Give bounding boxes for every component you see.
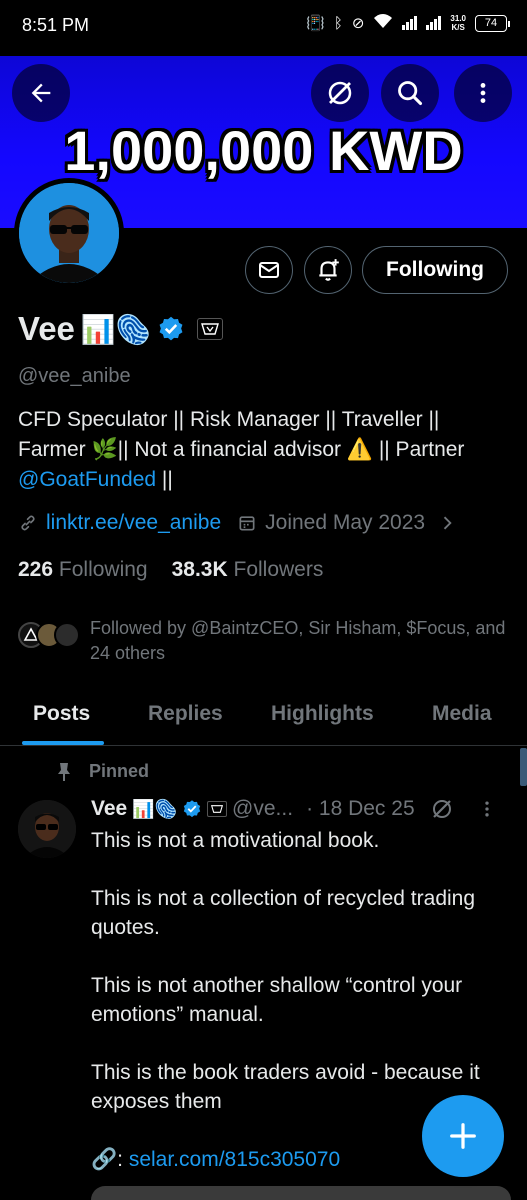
compose-post-button[interactable] xyxy=(422,1095,504,1177)
post-media-preview[interactable] xyxy=(91,1186,511,1200)
pinned-label: Pinned xyxy=(55,761,149,782)
active-tab-indicator xyxy=(22,741,104,745)
network-speed: 31.0 K/S xyxy=(450,14,466,32)
post-author-emojis: 📊🫆 xyxy=(132,798,178,819)
profile-handle: @vee_anibe xyxy=(18,365,131,387)
post-date[interactable]: · 18 Dec 25 xyxy=(306,797,415,821)
calendar-icon xyxy=(239,516,255,531)
battery-icon: 74 xyxy=(475,14,510,32)
bluetooth-icon: ᛒ xyxy=(333,14,343,32)
joined-date: Joined May 2023 xyxy=(265,511,426,534)
wifi-icon xyxy=(373,13,393,33)
tab-highlights[interactable]: Highlights xyxy=(271,702,374,726)
signal-2-icon xyxy=(426,16,442,30)
post-paragraph-2: This is not a collection of recycled tra… xyxy=(91,887,476,939)
message-button[interactable] xyxy=(245,246,293,294)
link-icon xyxy=(21,515,35,531)
search-icon xyxy=(398,81,423,106)
post-header: Vee 📊🫆 @ve... · 18 Dec 25 xyxy=(91,797,497,821)
status-icons: 📳 ᛒ ⊘ 31.0 K/S 74 xyxy=(306,13,510,33)
pin-icon xyxy=(58,762,70,781)
post-affiliate-badge-icon xyxy=(207,801,228,817)
bio-line-1: CFD Speculator || Risk Manager || Travel… xyxy=(18,408,440,431)
name-emojis: 📊🫆 xyxy=(80,313,151,345)
tab-media[interactable]: Media xyxy=(432,702,492,726)
status-bar: 8:51 PM 📳 ᛒ ⊘ 31.0 K/S 74 xyxy=(0,0,527,56)
grok-button[interactable] xyxy=(311,64,369,122)
following-count-link[interactable]: 226 Following xyxy=(18,558,148,582)
profile-name: Vee 📊🫆 xyxy=(18,310,223,348)
affiliate-badge-icon[interactable] xyxy=(196,318,223,340)
followers-count-link[interactable]: 38.3K Followers xyxy=(172,558,324,582)
bio-line-3: @GoatFunded || xyxy=(18,468,173,491)
post-paragraph-3: This is not another shallow “control you… xyxy=(91,974,463,1026)
post-external-link[interactable]: selar.com/815c305070 xyxy=(129,1148,340,1171)
grok-icon xyxy=(328,81,352,105)
link-emoji-icon: 🔗: xyxy=(91,1148,123,1171)
post-paragraph-1: This is not a motivational book. xyxy=(91,829,380,852)
notifications-button[interactable] xyxy=(304,246,352,294)
back-arrow-icon xyxy=(31,83,51,103)
following-button[interactable]: Following xyxy=(362,246,508,294)
avatar-image xyxy=(19,183,119,283)
profile-tabs: Posts Replies Highlights Media xyxy=(0,688,527,746)
chevron-right-icon[interactable] xyxy=(437,513,457,533)
follow-counts: 226 Following 38.3K Followers xyxy=(18,558,323,582)
plus-icon xyxy=(450,1123,476,1149)
scrollbar[interactable] xyxy=(520,748,527,786)
post-verified-badge-icon xyxy=(183,800,201,818)
profile-avatar[interactable] xyxy=(14,178,124,288)
post-author-name[interactable]: Vee xyxy=(91,797,127,821)
display-name: Vee xyxy=(18,310,75,347)
signal-icon xyxy=(402,16,418,30)
followed-by-text: Followed by @BaintzCEO, Sir Hisham, $Foc… xyxy=(90,618,506,663)
search-button[interactable] xyxy=(381,64,439,122)
followed-by-avatars xyxy=(18,622,80,648)
notification-bell-icon xyxy=(319,259,339,281)
post-more-icon[interactable] xyxy=(477,799,497,819)
follower-avatar-3 xyxy=(54,622,80,648)
bio-mention-link[interactable]: @GoatFunded xyxy=(18,468,156,491)
vibrate-icon: 📳 xyxy=(306,15,325,32)
post-author-handle[interactable]: @ve... xyxy=(232,797,293,821)
profile-meta: linktr.ee/vee_anibe Joined May 2023 xyxy=(18,511,457,535)
post-avatar-image xyxy=(18,800,76,858)
verified-badge-icon[interactable] xyxy=(157,315,185,343)
profile-bio: CFD Speculator || Risk Manager || Travel… xyxy=(18,405,513,495)
post-author-avatar[interactable] xyxy=(18,800,76,858)
banner-text: 1,000,000 KWD xyxy=(64,119,463,182)
profile-website-link[interactable]: linktr.ee/vee_anibe xyxy=(46,511,221,535)
mail-icon xyxy=(259,262,279,278)
bio-line-2: Farmer 🌿|| Not a financial advisor ⚠️ ||… xyxy=(18,438,465,461)
status-time: 8:51 PM xyxy=(22,15,90,35)
more-vertical-icon xyxy=(480,83,486,103)
post-grok-icon[interactable] xyxy=(430,797,454,821)
tab-posts[interactable]: Posts xyxy=(33,702,90,726)
tab-replies[interactable]: Replies xyxy=(148,702,223,726)
dnd-icon: ⊘ xyxy=(351,15,365,32)
followed-by[interactable]: Followed by @BaintzCEO, Sir Hisham, $Foc… xyxy=(18,616,510,666)
back-button[interactable] xyxy=(12,64,70,122)
more-button[interactable] xyxy=(454,64,512,122)
